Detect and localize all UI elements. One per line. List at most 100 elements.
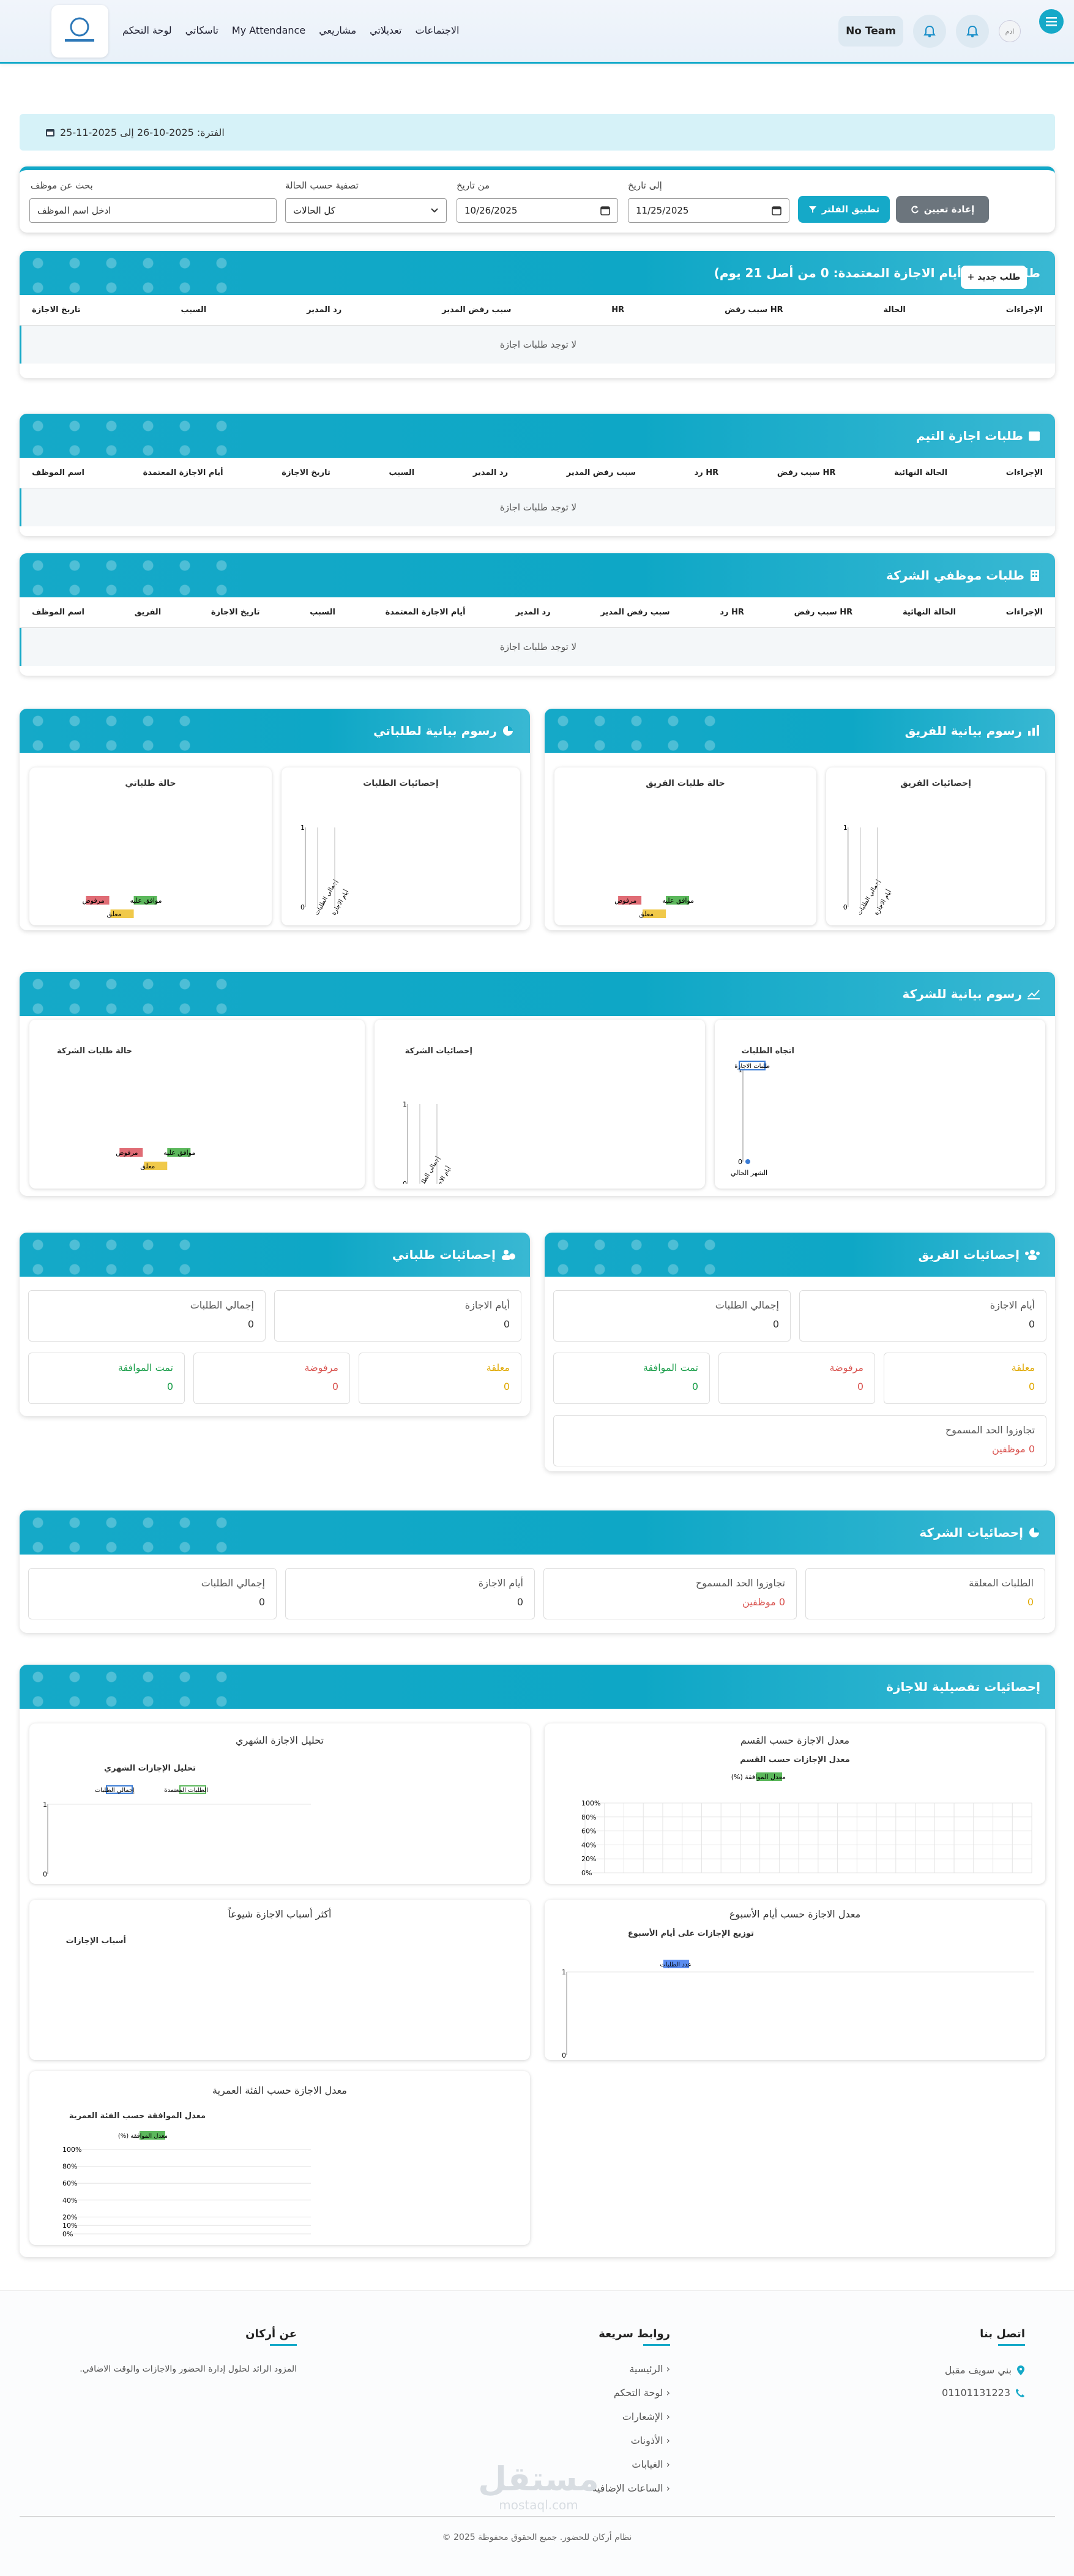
stat-value: 0 bbox=[857, 1381, 863, 1392]
footer-link-dashboard[interactable]: ‹ لوحة التحكم bbox=[511, 2387, 670, 2399]
stat-value: 0 موظفين bbox=[742, 1596, 785, 1608]
stat-value: 0 bbox=[332, 1381, 338, 1392]
new-request-label: طلب جديد + bbox=[967, 272, 1021, 282]
logo[interactable] bbox=[51, 5, 108, 58]
search-input[interactable]: ادخل اسم الموظف bbox=[29, 198, 277, 223]
team-requests-title: طلبات اجازة التيم bbox=[916, 428, 1023, 443]
team-rejected-stat: مرفوضة 0 bbox=[718, 1353, 875, 1404]
stat-value: 0 موظفين bbox=[992, 1443, 1035, 1455]
nav-tasks[interactable]: تاسكاتي bbox=[185, 24, 218, 36]
apply-filter-button[interactable]: تطبيق الفلتر bbox=[798, 196, 890, 223]
team-badge[interactable]: No Team bbox=[838, 16, 903, 47]
column-header: أيام الاجازة المعتمدة bbox=[385, 608, 466, 617]
nav-meetings[interactable]: الاجتماعات bbox=[416, 24, 460, 36]
period-text: الفترة: 2025-10-26 إلى 2025-11-25 bbox=[60, 126, 225, 138]
team-stats-header: إحصائيات الفريق bbox=[545, 1233, 1055, 1277]
detailed-stats-card: إحصائيات تفصيلية للاجازة معدل الاجازة حس… bbox=[20, 1665, 1055, 2257]
column-header: HR رد bbox=[694, 468, 719, 477]
team-status-chart: حالة طلبات الفريق موافق عليه مرفوض معلق bbox=[554, 767, 816, 925]
legend-label: موافق عليه bbox=[130, 897, 162, 905]
status-value: كل الحالات bbox=[293, 205, 335, 216]
my-rejected-stat: مرفوضة 0 bbox=[193, 1353, 350, 1404]
bar-chart: 10إجمالي الطلباتأيام الاجازة bbox=[300, 824, 351, 917]
my-stats-chart: إحصائيات الطلبات 1 0 إجمالي الطلبات أيام ال… bbox=[282, 767, 520, 925]
alerts-button[interactable] bbox=[956, 15, 989, 48]
column-header: أيام الاجازة المعتمدة bbox=[143, 468, 223, 477]
team-charts-card: رسوم بيانية للفريق إحصائيات الفريق 1 0 إجم… bbox=[545, 709, 1055, 930]
team-requests-header: طلبات اجازة التيم bbox=[20, 414, 1055, 458]
nav-projects[interactable]: مشاريعي bbox=[319, 24, 356, 36]
legend-label: مرفوض bbox=[116, 1149, 138, 1157]
company-charts-header: رسوم بيانية للشركة bbox=[20, 972, 1055, 1016]
avatar[interactable]: ادم bbox=[999, 20, 1021, 42]
nav-edits[interactable]: تعديلاتي bbox=[370, 24, 401, 36]
my-pending-stat: معلقة 0 bbox=[359, 1353, 521, 1404]
from-date-input[interactable]: 10/26/2025 bbox=[457, 198, 618, 223]
company-days-stat: أيام الاجازة 0 bbox=[285, 1568, 535, 1619]
team-stats-chart: إحصائيات الفريق 1 0 إجمالي الطلبات أيام الا… bbox=[826, 767, 1045, 925]
column-header: HR رد bbox=[720, 608, 744, 617]
nav-dashboard[interactable]: لوحة التحكم bbox=[122, 24, 172, 36]
stat-value: 0 bbox=[247, 1318, 254, 1330]
notifications-button[interactable] bbox=[913, 15, 946, 48]
stat-label: إجمالي الطلبات bbox=[715, 1299, 779, 1311]
footer-phone[interactable]: 01101131223 bbox=[841, 2387, 1025, 2399]
about-text: المزود الرائد لحلول إدارة الحضور والاجاز… bbox=[80, 2364, 297, 2374]
footer-link-permissions[interactable]: ‹ الأذونات bbox=[511, 2435, 670, 2446]
stat-value: 0 bbox=[772, 1318, 779, 1330]
tick-label: 0 bbox=[738, 1158, 742, 1166]
team-pending-stat: معلقة 0 bbox=[884, 1353, 1046, 1404]
empty-text: لا توجد طلبات اجازة bbox=[499, 502, 577, 513]
legend-label: موافق عليه bbox=[163, 1149, 195, 1157]
tick-label: 40% bbox=[581, 1841, 596, 1849]
footer: اتصل بنا بني سويف مقبل 01101131223 روابط… bbox=[0, 2290, 1074, 2576]
line-chart-icon bbox=[1027, 990, 1040, 999]
company-charts-title: رسوم بيانية للشركة bbox=[902, 987, 1022, 1001]
tick-label: 60% bbox=[62, 2179, 77, 2187]
column-header: السبب bbox=[310, 608, 335, 617]
stat-label: إجمالي الطلبات bbox=[201, 1577, 265, 1589]
reset-button[interactable]: إعادة تعيين bbox=[896, 196, 989, 223]
location-icon bbox=[1017, 2365, 1024, 2375]
company-stats-card: إحصائيات الشركة الطلبات المعلقة 0 تجاوزوا… bbox=[20, 1510, 1055, 1633]
tick-label: 1 bbox=[562, 1968, 566, 1976]
filter-icon bbox=[808, 206, 816, 213]
weekday-chart: معدل الاجازة حسب أيام الأسبوع توزيع الإج… bbox=[545, 1900, 1045, 2060]
nav-attendance[interactable]: My Attendance bbox=[232, 24, 305, 36]
reasons-chart: أكثر أسباب الاجازة شيوعاً أسباب الإجازات bbox=[29, 1900, 530, 2060]
footer-heading: اتصل بنا bbox=[980, 2328, 1025, 2340]
detailed-stats-title: إحصائيات تفصيلية للاجازة bbox=[886, 1679, 1040, 1694]
calendar-icon[interactable] bbox=[772, 206, 781, 215]
column-header: الإجراءات bbox=[1005, 608, 1043, 617]
stat-label: أيام الاجازة bbox=[478, 1577, 523, 1589]
footer-link-notifications[interactable]: ‹ الإشعارات bbox=[511, 2411, 670, 2422]
x-tick-label: الشهر الحالي bbox=[731, 1169, 767, 1177]
calendar-icon[interactable] bbox=[600, 206, 610, 215]
footer-heading: روابط سريعة bbox=[599, 2328, 670, 2340]
to-date-label: إلى تاريخ bbox=[628, 180, 662, 191]
tick-label: 0 bbox=[403, 1180, 407, 1184]
team-label: No Team bbox=[846, 25, 896, 37]
status-filter-label: تصفية حسب الحالة bbox=[285, 180, 359, 191]
age-chart: معدل الاجازة حسب الفئة العمرية معدل المو… bbox=[29, 2071, 530, 2245]
my-charts-header: رسوم بيانية لطلباتي bbox=[20, 709, 530, 753]
empty-state: لا توجد طلبات اجازة bbox=[20, 488, 1055, 526]
copyright: نظام أركان للحضور. جميع الحقوق محفوظة 20… bbox=[442, 2533, 632, 2542]
tick-label: 80% bbox=[581, 1813, 596, 1821]
link-label: الأذونات bbox=[630, 2435, 663, 2446]
menu-toggle-button[interactable] bbox=[1039, 9, 1064, 34]
status-select[interactable]: كل الحالات bbox=[285, 198, 447, 223]
reset-icon bbox=[911, 206, 919, 214]
footer-link-home[interactable]: ‹ الرئيسية bbox=[511, 2363, 670, 2375]
stat-label: معلقة bbox=[1011, 1362, 1035, 1373]
column-header: تاريخ الاجازة bbox=[211, 608, 260, 617]
monthly-chart: تحليل الاجازة الشهري تحليل الإجازات الشه… bbox=[29, 1723, 530, 1884]
team-total-stat: إجمالي الطلبات 0 bbox=[553, 1290, 791, 1342]
empty-state: لا توجد طلبات اجازة bbox=[20, 628, 1055, 666]
new-request-button[interactable]: طلب جديد + bbox=[961, 266, 1027, 289]
to-date-input[interactable]: 11/25/2025 bbox=[628, 198, 789, 223]
from-date-label: من تاريخ bbox=[457, 180, 490, 191]
footer-divider bbox=[20, 2516, 1055, 2517]
status-legend: موافق عليه مرفوضمعلق bbox=[614, 896, 694, 919]
stat-value: 0 bbox=[258, 1596, 265, 1608]
